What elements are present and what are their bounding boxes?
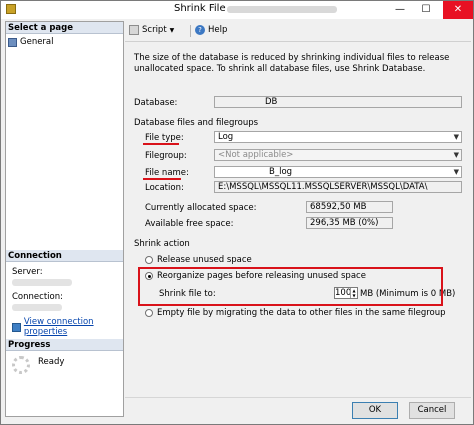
redacted-server [12, 279, 72, 286]
connection-header: Connection [6, 250, 123, 262]
filegroup-select: <Not applicable> ▼ [214, 149, 462, 161]
main-pane: Script ▼ ? Help The size of the database… [125, 21, 471, 397]
red-highlight-box [138, 267, 443, 306]
dialog-footer: OK Cancel [125, 397, 471, 423]
empty-file-label: Empty file by migrating the data to othe… [157, 308, 446, 318]
file-type-label: File type: [145, 133, 184, 143]
server-label: Server: [12, 267, 43, 277]
chevron-down-icon: ▼ [453, 151, 459, 159]
red-underline [143, 143, 179, 145]
chevron-down-icon: ▼ [453, 168, 459, 176]
minimize-icon[interactable]: — [389, 1, 411, 19]
radio-button[interactable] [145, 309, 153, 317]
database-field: DB [214, 96, 462, 108]
toolbar: Script ▼ ? Help [125, 21, 471, 42]
red-underline [143, 178, 181, 180]
nav-general-label: General [20, 37, 54, 47]
redacted-title [227, 6, 337, 13]
connection-label: Connection: [12, 292, 63, 302]
stepper-arrows-icon[interactable]: ▲ ▼ [350, 288, 357, 298]
file-name-select[interactable]: B_log ▼ [214, 166, 462, 178]
ok-button[interactable]: OK [352, 402, 398, 419]
free-space-label: Available free space: [145, 219, 234, 229]
allocated-label: Currently allocated space: [145, 203, 257, 213]
release-unused-label: Release unused space [157, 255, 252, 265]
radio-release-unused[interactable]: Release unused space [145, 255, 252, 265]
database-value: DB [265, 97, 278, 107]
close-icon[interactable]: ✕ [443, 1, 473, 19]
connection-properties-icon [12, 322, 21, 332]
radio-empty-file[interactable]: Empty file by migrating the data to othe… [145, 308, 446, 318]
database-label: Database: [134, 98, 178, 108]
script-button[interactable]: Script ▼ [129, 25, 174, 35]
redacted-connection [12, 304, 62, 311]
view-connection-link[interactable]: View connection properties [24, 317, 123, 337]
app-icon [6, 4, 16, 14]
script-label: Script [142, 25, 167, 35]
file-name-label: File name: [145, 168, 189, 178]
select-page-header: Select a page [6, 22, 123, 34]
shrink-to-value: 100 [335, 288, 352, 298]
location-value: E:\MSSQL\MSSQL11.MSSQLSERVER\MSSQL\DATA\ [218, 182, 428, 192]
progress-status: Ready [38, 357, 65, 367]
allocated-field: 68592,50 MB [306, 201, 393, 213]
filegroup-label: Filegroup: [145, 151, 187, 161]
maximize-icon[interactable]: ☐ [415, 1, 437, 19]
chevron-down-icon: ▼ [169, 26, 175, 34]
progress-spinner-icon [12, 356, 30, 374]
file-type-value: Log [218, 132, 234, 142]
chevron-down-icon: ▼ [453, 133, 459, 141]
file-name-value: B_log [269, 167, 293, 177]
radio-button[interactable] [145, 256, 153, 264]
window-title: Shrink File - [174, 3, 233, 14]
help-button[interactable]: ? Help [195, 25, 227, 35]
file-type-select[interactable]: Log ▼ [214, 131, 462, 143]
description-text: The size of the database is reduced by s… [134, 53, 450, 74]
allocated-value: 68592,50 MB [310, 202, 367, 212]
help-label: Help [208, 25, 228, 35]
left-pane: Select a page General Connection Server:… [5, 21, 124, 417]
cancel-button[interactable]: Cancel [409, 402, 455, 419]
title-bar: Shrink File - — ☐ ✕ [1, 1, 473, 19]
help-icon: ? [195, 25, 205, 35]
nav-general[interactable]: General [8, 36, 54, 48]
shrink-to-stepper[interactable]: 100 ▲ ▼ [334, 287, 358, 299]
files-section-label: Database files and filegroups [134, 118, 259, 128]
view-connection-properties[interactable]: View connection properties [12, 317, 123, 337]
shrink-action-label: Shrink action [134, 239, 190, 249]
shrink-file-dialog: Shrink File - — ☐ ✕ Select a page Genera… [0, 0, 474, 425]
location-field: E:\MSSQL\MSSQL11.MSSQLSERVER\MSSQL\DATA\ [214, 181, 462, 193]
location-label: Location: [145, 183, 184, 193]
filegroup-value: <Not applicable> [218, 150, 294, 160]
progress-header: Progress [6, 339, 123, 351]
toolbar-separator [190, 25, 191, 37]
free-space-field: 296,35 MB (0%) [306, 217, 393, 229]
script-icon [129, 25, 139, 35]
free-space-value: 296,35 MB (0%) [310, 218, 379, 228]
page-icon [8, 37, 17, 47]
